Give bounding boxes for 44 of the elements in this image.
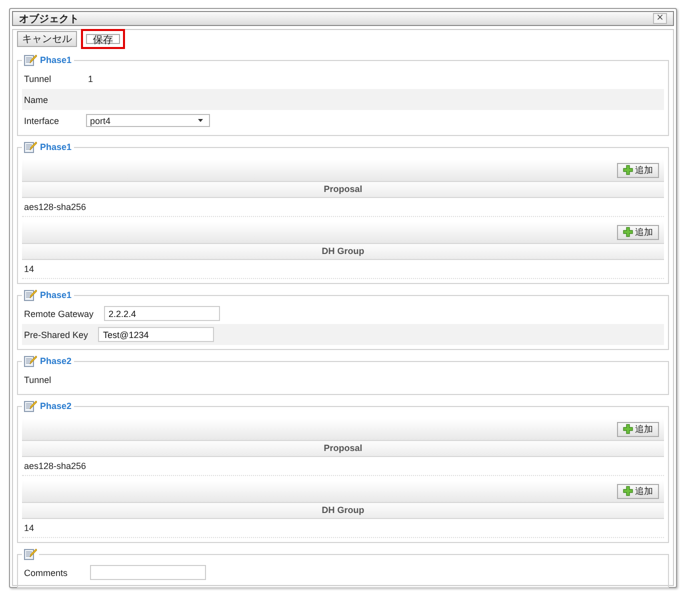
- column-header: DH Group: [22, 502, 664, 519]
- field-label: Comments: [24, 568, 69, 578]
- field-label: Remote Gateway: [24, 308, 94, 318]
- section-title: Phase1: [40, 55, 72, 65]
- interface-dropdown[interactable]: port4: [86, 114, 210, 127]
- field-label: Interface: [24, 116, 60, 126]
- table-cell: aes128-sha256: [22, 457, 664, 476]
- edit-icon: [24, 400, 37, 412]
- plus-icon: [623, 486, 633, 496]
- field-label: Tunnel: [24, 74, 52, 84]
- section-title: Phase1: [40, 290, 72, 300]
- field-value: 1: [88, 74, 94, 84]
- plus-icon: [623, 165, 633, 175]
- section-title: Phase2: [40, 356, 72, 366]
- field-label: Tunnel: [24, 374, 52, 384]
- plus-icon: [623, 227, 633, 237]
- plus-icon: [623, 424, 633, 434]
- toolbar-button[interactable]: 保存: [81, 29, 125, 49]
- table-cell: aes128-sha256: [22, 198, 664, 217]
- edit-icon: [24, 289, 37, 301]
- add-button[interactable]: 追加: [617, 162, 659, 178]
- close-button[interactable]: ×: [653, 13, 667, 24]
- field-label: Pre-Shared Key: [24, 330, 88, 340]
- edit-icon: [24, 355, 37, 367]
- column-header: Proposal: [22, 181, 664, 198]
- add-button[interactable]: 追加: [617, 422, 659, 436]
- column-header: DH Group: [22, 243, 664, 260]
- edit-icon: [24, 141, 37, 153]
- section-title: Phase2: [40, 401, 72, 411]
- input-field[interactable]: [90, 565, 206, 580]
- input-field[interactable]: Test@1234: [98, 327, 214, 342]
- table-cell: 14: [22, 519, 664, 538]
- caret-icon: [198, 119, 203, 122]
- add-button[interactable]: 追加: [617, 484, 659, 498]
- input-field[interactable]: 2.2.2.4: [104, 306, 220, 321]
- add-button[interactable]: 追加: [617, 224, 659, 240]
- section-title: Phase1: [40, 142, 72, 152]
- window-title: オブジェクト: [19, 12, 79, 26]
- field-label: Name: [24, 94, 50, 104]
- table-cell: 14: [22, 260, 664, 279]
- toolbar-button[interactable]: キャンセル: [17, 31, 77, 47]
- column-header: Proposal: [22, 440, 664, 457]
- edit-icon: [24, 548, 37, 560]
- edit-icon: [24, 54, 37, 66]
